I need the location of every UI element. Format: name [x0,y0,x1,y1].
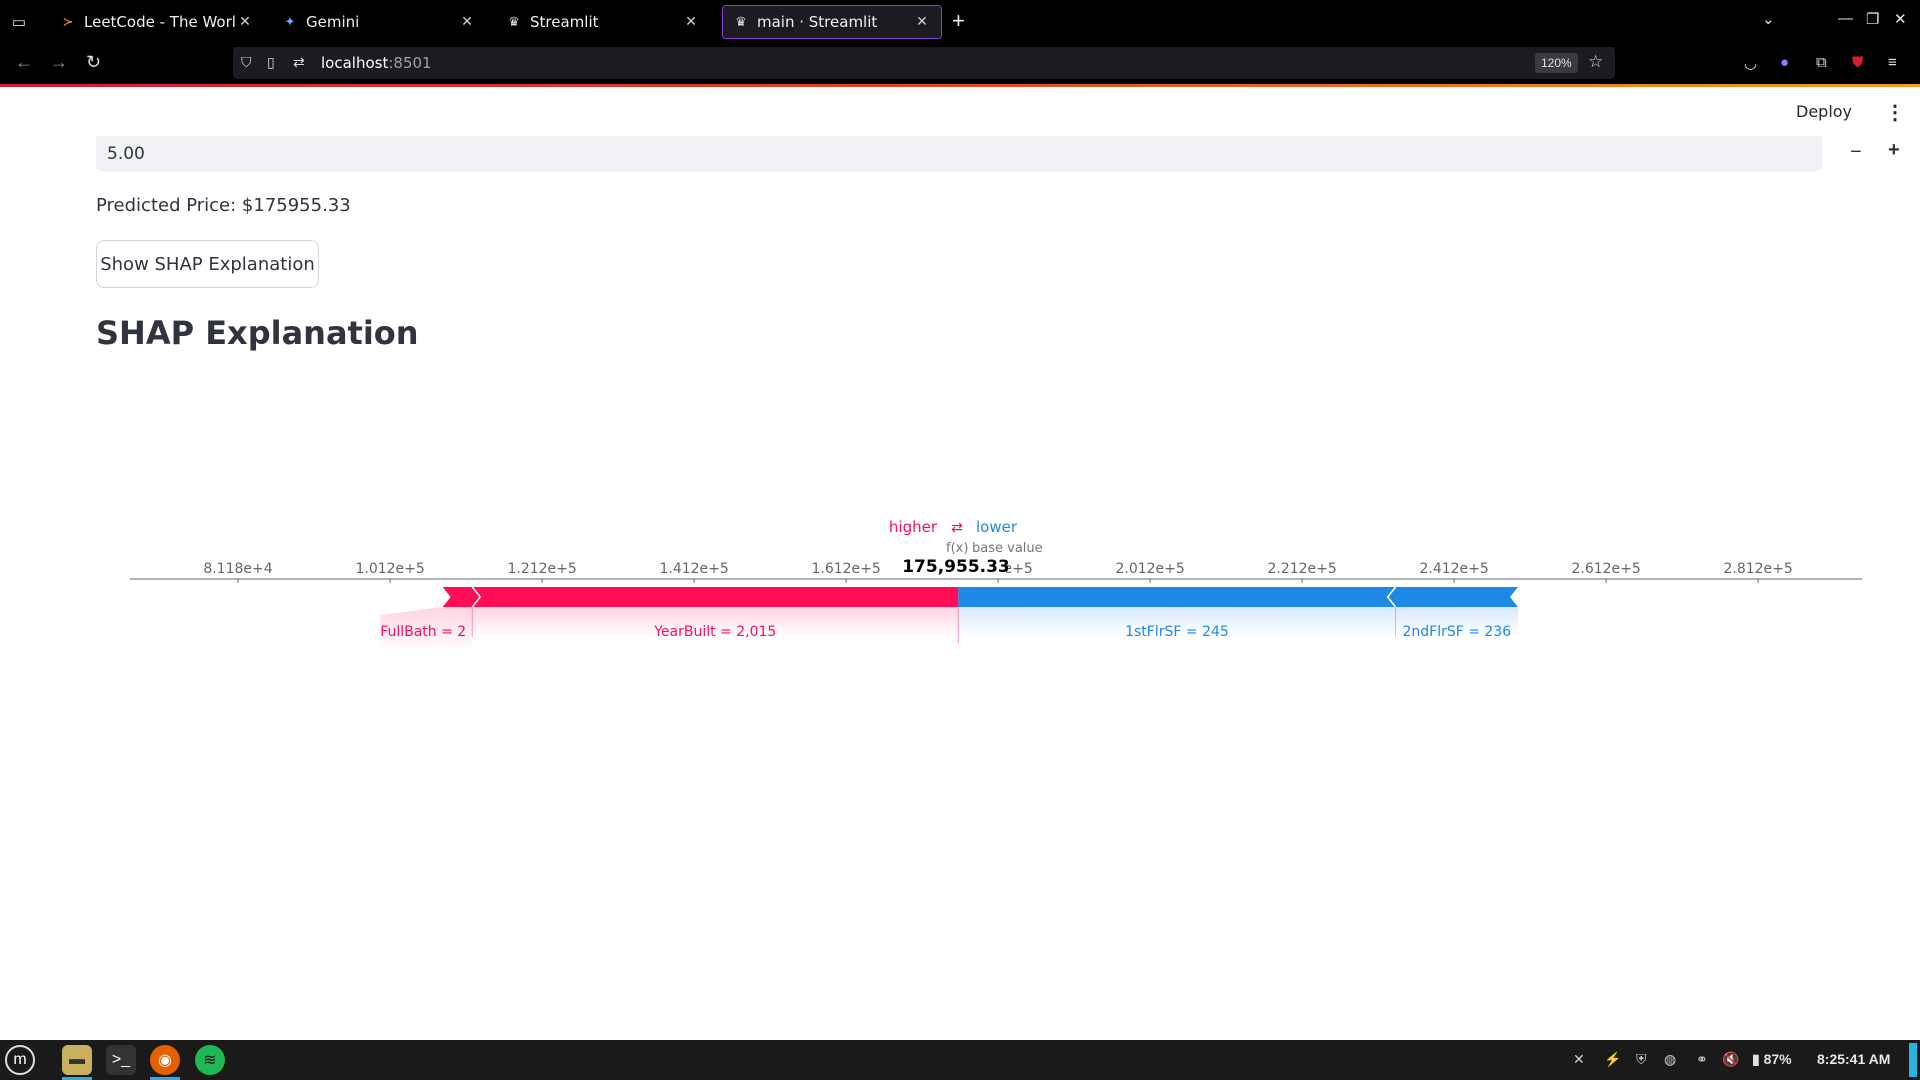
feature-label: YearBuilt = 2,015 [653,624,776,640]
tab-list-icon[interactable]: ▭ [0,0,38,43]
shield-icon[interactable]: ⛉ [241,54,252,71]
axis-tick-label: 1.612e+5 [811,561,880,577]
page-accent-line [0,84,1920,87]
tab-leetcode[interactable]: ≻ LeetCode - The World's L ✕ [50,5,264,39]
base-value-label: base value [972,541,1043,556]
legend-lower: lower [976,518,1018,536]
axis-tick-label: 1.012e+5 [355,561,424,577]
gemini-icon: ✦ [284,14,296,30]
negative-force-bar [1387,587,1518,607]
close-tab-icon[interactable]: ✕ [913,14,931,30]
tab-title: main · Streamlit [757,13,878,31]
axis-tick-label: 2.412e+5 [1419,561,1488,577]
predicted-price-text: Predicted Price: $175955.33 [96,195,351,216]
clock[interactable]: 8:25:41 AM [1817,1051,1890,1067]
close-window-icon[interactable]: ✕ [1894,10,1907,28]
browser-tab-bar: ▭ ≻ LeetCode - The World's L ✕ ✦ Gemini … [0,0,1920,43]
extension-avatar-icon[interactable]: ● [1780,54,1789,71]
back-icon[interactable]: ← [15,52,33,73]
feature-label: 2ndFlrSF = 236 [1402,624,1511,640]
ublock-icon[interactable]: ⛊ [1852,54,1863,71]
axis-tick-label: 1.412e+5 [659,561,728,577]
forward-icon[interactable]: → [50,52,68,73]
tab-streamlit[interactable]: ♛ Streamlit ✕ [496,5,710,39]
tab-title: Gemini [306,13,360,31]
new-tab-icon[interactable]: + [952,8,965,34]
number-input-value[interactable]: 5.00 [107,144,145,164]
reload-icon[interactable]: ↻ [86,52,101,73]
negative-force-bar [958,587,1396,607]
axis-tick-label: 2.612e+5 [1571,561,1640,577]
decrement-button[interactable]: − [1850,141,1862,164]
streamlit-icon: ♛ [735,14,747,30]
os-taskbar: m ▬ >_ ◉ ≋ ✕ ⚡ ⛨ ◍ ⚭ 🔇 ▮ 87% 8:25:41 AM [0,1040,1920,1080]
output-value-label: 175,955.33 [902,557,1010,577]
battery-indicator[interactable]: ▮ 87% [1752,1051,1792,1068]
axis-tick-label: 2.212e+5 [1267,561,1336,577]
close-tab-icon[interactable]: ✕ [682,14,700,30]
bookmark-star-icon[interactable]: ☆ [1588,52,1603,72]
tab-gemini[interactable]: ✦ Gemini ✕ [272,5,486,39]
page-icon[interactable]: ▯ [267,54,275,71]
power-icon[interactable]: ⚡ [1604,1051,1621,1068]
spotify-icon[interactable]: ≋ [195,1045,225,1075]
axis-tick-label: 8.118e+4 [203,561,272,577]
tab-title: Streamlit [530,13,599,31]
positive-force-bar [472,587,959,607]
legend-arrow: ⇄ [951,520,963,536]
close-tab-icon[interactable]: ✕ [458,14,476,30]
legend-higher: higher [889,518,938,536]
tab-main-streamlit[interactable]: ♛ main · Streamlit ✕ [722,5,942,39]
mute-icon[interactable]: 🔇 [1722,1051,1739,1068]
increment-button[interactable]: + [1888,139,1900,162]
restore-icon[interactable]: ❐ [1866,10,1879,28]
minimize-icon[interactable]: — [1838,10,1853,27]
leetcode-icon: ≻ [62,14,74,30]
deploy-button[interactable]: Deploy [1796,102,1852,121]
show-desktop-button[interactable] [1909,1043,1917,1077]
number-input[interactable]: 5.00 − + [96,136,1900,172]
axis-tick-label: 1.212e+5 [507,561,576,577]
close-tab-icon[interactable]: ✕ [236,14,254,30]
network-icon[interactable]: ⚭ [1696,1051,1708,1068]
close-tray-icon[interactable]: ✕ [1573,1051,1585,1068]
extensions-icon[interactable]: ⧉ [1816,54,1827,71]
files-icon[interactable]: ▬ [62,1045,92,1075]
streamlit-icon: ♛ [508,14,520,30]
shield-tray-icon[interactable]: ⛨ [1636,1051,1647,1068]
axis-tick-label: 2.812e+5 [1723,561,1792,577]
intel-icon[interactable]: ◍ [1664,1051,1676,1068]
url-text[interactable]: localhost:8501 [321,54,432,72]
shap-force-plot: higher ⇄ lower f(x) base value 8.118e+4 1… [130,518,1862,652]
mint-menu-icon[interactable]: m [5,1045,35,1075]
feature-label: FullBath = 2 [380,624,466,640]
pocket-icon[interactable]: ◡ [1744,54,1757,72]
main-menu-icon[interactable]: ⋮ [1885,100,1905,125]
permissions-icon[interactable]: ⇄ [293,54,305,71]
browser-nav-bar: ← → ↻ ⛉ ▯ ⇄ localhost:8501 120% ☆ ◡ ● ⧉ … [0,43,1920,84]
firefox-icon[interactable]: ◉ [150,1045,180,1075]
show-shap-button[interactable]: Show SHAP Explanation [96,240,319,288]
tab-title: LeetCode - The World's L [84,13,236,31]
feature-label: 1stFlrSF = 245 [1125,624,1229,640]
tab-overflow-icon[interactable]: ⌄ [1762,10,1775,28]
axis-tick-label: 2.012e+5 [1115,561,1184,577]
zoom-indicator[interactable]: 120% [1535,53,1578,73]
url-bar[interactable]: ⛉ ▯ ⇄ localhost:8501 120% ☆ [233,47,1615,79]
section-title: SHAP Explanation [96,314,419,352]
fx-label: f(x) [946,541,968,556]
menu-icon[interactable]: ≡ [1888,54,1897,71]
terminal-icon[interactable]: >_ [106,1045,136,1075]
